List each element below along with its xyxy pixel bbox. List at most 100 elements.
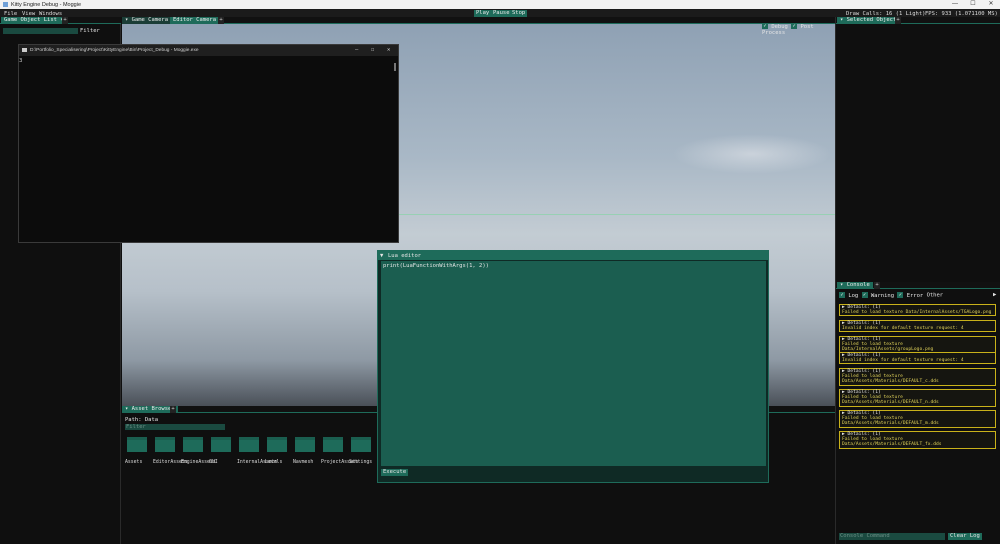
native-console-window[interactable]: D:\Portfolio_Specialisering\Project\Kitt… — [18, 44, 399, 243]
native-console-output: 3 — [19, 58, 23, 64]
folder-icon[interactable] — [295, 437, 315, 452]
native-console-maximize[interactable]: ☐ — [371, 47, 374, 53]
play-arrow-icon[interactable]: ▶ — [993, 292, 996, 298]
add-tab-icon[interactable]: + — [170, 406, 176, 413]
tab-label: Console — [846, 282, 870, 288]
close-button[interactable]: ✕ — [982, 0, 1000, 9]
tab-dropdown-icon: ▾ — [125, 406, 132, 412]
viewport-toggles: ✓ Debug ✓ Post Process — [762, 23, 835, 36]
pause-button[interactable]: Pause — [491, 10, 512, 17]
tab-label: Asset Browser — [131, 406, 175, 412]
add-tab-icon[interactable]: + — [895, 17, 901, 24]
native-console-title: D:\Portfolio_Specialisering\Project\Kitt… — [30, 48, 199, 53]
add-tab-icon[interactable]: + — [874, 282, 880, 289]
folder-label: ProjectAssets — [321, 460, 359, 465]
warning-checkbox[interactable]: ✓ Warning — [861, 292, 895, 299]
tab-label: Game Object List — [4, 17, 57, 23]
menu-view[interactable]: View — [22, 11, 35, 17]
folder-icon[interactable] — [323, 437, 343, 452]
window-titlebar: Kitty Engine Debug - Moggie — ☐ ✕ — [0, 0, 1000, 9]
tab-label: Selected Object — [846, 17, 897, 23]
lua-code-text: print(LuaFunctionWithArgs(1, 2)) — [383, 263, 489, 269]
tab-dropdown-icon: ▾ — [840, 17, 847, 23]
console-entry[interactable]: ▶ Details: (1) Invalid index for default … — [839, 320, 996, 333]
folder-icon[interactable] — [211, 437, 231, 452]
console-command-input[interactable]: Console Command — [839, 533, 945, 540]
console-entry[interactable]: ▶ Details: (1) Failed to load texture Dat… — [839, 431, 996, 449]
console-entry[interactable]: ▶ Details: (1) Failed to load texture Dat… — [839, 304, 996, 317]
menu-file[interactable]: File — [4, 11, 17, 17]
execute-button[interactable]: Execute — [381, 469, 409, 476]
fps-readout: FPS: 933 (1.071100 MS) — [925, 10, 998, 17]
console-entry[interactable]: ▶ Details: (1) Failed to load texture Dat… — [839, 368, 996, 386]
collapse-icon[interactable]: ▼ — [380, 253, 383, 259]
warning-label: Warning — [870, 292, 895, 299]
filter-label: Filter — [80, 28, 100, 34]
game-object-filter-input[interactable] — [3, 28, 78, 34]
stop-button[interactable]: Stop — [510, 10, 528, 17]
entry-message: Failed to load texture Data/InternalAsse… — [842, 310, 992, 316]
lua-code-textarea[interactable]: print(LuaFunctionWithArgs(1, 2)) — [381, 261, 766, 466]
native-console-close[interactable]: ✕ — [387, 47, 390, 53]
terminal-icon — [22, 48, 27, 52]
selected-object-panel: ▾ Selected Object + — [835, 17, 1000, 282]
console-entry[interactable]: ▶ Details: (1) Invalid index for default … — [839, 352, 996, 365]
selected-object-header: ▾ Selected Object + — [836, 17, 1000, 24]
entry-message: Failed to load texture Data/Assets/Mater… — [842, 395, 939, 406]
entry-message: Failed to load texture Data/Assets/Mater… — [842, 416, 939, 427]
draw-calls-readout: Draw Calls: 16 (1 Light) — [846, 10, 926, 17]
maximize-button[interactable]: ☐ — [964, 0, 982, 9]
menu-windows[interactable]: Windows — [39, 11, 62, 17]
tab-console[interactable]: ▾ Console — [837, 282, 873, 289]
asset-filter-input[interactable]: Filter — [125, 424, 225, 430]
folder-icon[interactable] — [239, 437, 259, 452]
other-checkbox[interactable]: Other — [927, 293, 944, 299]
folder-icon[interactable] — [155, 437, 175, 452]
window-title: Kitty Engine Debug - Moggie — [11, 1, 82, 8]
tab-game-camera[interactable]: ▾ Game Camera — [122, 17, 172, 24]
entry-message: Failed to load texture Data/Assets/Mater… — [842, 374, 939, 385]
app-icon — [3, 2, 8, 7]
native-console-titlebar: D:\Portfolio_Specialisering\Project\Kitt… — [19, 45, 398, 56]
folder-icon[interactable] — [183, 437, 203, 452]
folder-icon[interactable] — [351, 437, 371, 452]
console-entry[interactable]: ▶ Details: (1) Failed to load texture Dat… — [839, 336, 996, 354]
console-entry[interactable]: ▶ Details: (1) Failed to load texture Dat… — [839, 410, 996, 428]
add-tab-icon[interactable]: + — [62, 17, 68, 24]
error-checkbox[interactable]: ✓ Error — [897, 292, 923, 299]
log-checkbox[interactable]: ✓ Log — [839, 292, 858, 299]
lua-editor-title: Lua editor — [388, 253, 422, 259]
console-entry[interactable]: ▶ Details: (1) Failed to load texture Dat… — [839, 389, 996, 407]
folder-label: Levels — [265, 460, 283, 465]
folder-label: EngineAssets — [181, 460, 216, 465]
check-icon: ✓ — [839, 292, 845, 298]
folder-label: GUI — [209, 460, 218, 465]
lua-editor-titlebar: ▼ Lua editor — [378, 251, 768, 260]
folder-icon[interactable] — [127, 437, 147, 452]
tab-game-object-list[interactable]: Game Object List ▾ — [1, 17, 67, 24]
tab-selected-object[interactable]: ▾ Selected Object — [837, 17, 900, 24]
minimize-button[interactable]: — — [946, 0, 964, 9]
entry-message: Invalid index for default texture reques… — [842, 358, 964, 364]
native-console-minimize[interactable]: — — [355, 47, 358, 53]
tab-dropdown-icon: ▾ — [840, 282, 847, 288]
tab-label: Game Camera — [131, 17, 169, 23]
tab-editor-camera[interactable]: Editor Camera — [170, 17, 220, 24]
entry-message: Invalid index for default texture reques… — [842, 326, 964, 332]
clear-log-button[interactable]: Clear Log — [948, 533, 982, 540]
folder-icon[interactable] — [267, 437, 287, 452]
cloud — [672, 134, 832, 174]
native-console-scrollbar[interactable] — [394, 63, 396, 71]
folder-label: InternalAssets — [237, 460, 278, 465]
folder-label: Assets — [125, 460, 143, 465]
add-tab-icon[interactable]: + — [218, 17, 224, 24]
asset-path: Path: Data — [125, 417, 159, 423]
check-icon: ✓ — [861, 292, 868, 298]
folder-label: Settings — [349, 460, 373, 465]
console-filters: ✓ Log ✓ Warning ✓ Error Other — [839, 292, 989, 299]
play-button[interactable]: Play — [474, 10, 492, 17]
tab-dropdown-icon: ▾ — [125, 17, 132, 23]
check-icon: ✓ — [791, 23, 798, 29]
folder-label: EditorAssets — [153, 460, 188, 465]
lua-editor-window[interactable]: ▼ Lua editor print(LuaFunctionWithArgs(1… — [377, 250, 769, 483]
